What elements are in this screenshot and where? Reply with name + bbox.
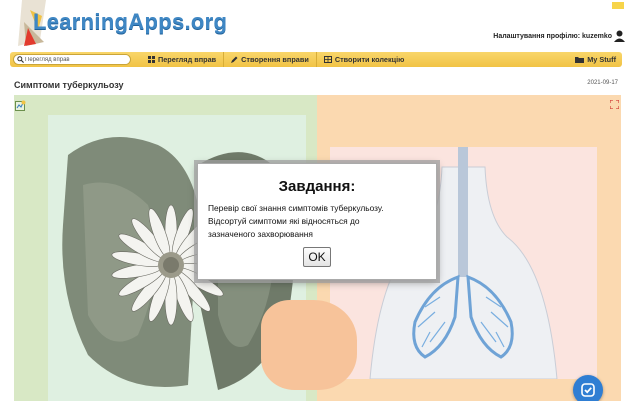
page-title: Симптоми туберкульозу	[14, 80, 124, 90]
app-info-icon[interactable]	[15, 100, 26, 111]
grid-icon	[148, 56, 155, 63]
check-answers-button[interactable]	[573, 375, 603, 401]
my-stuff-label: My Stuff	[587, 55, 616, 64]
task-text-line-2: Відсортуй симптоми які відносяться до	[208, 216, 360, 226]
task-dialog-text: Перевір свої знання симптомів туберкульо…	[208, 202, 424, 241]
ok-button[interactable]: OK	[303, 247, 331, 267]
task-dialog: Завдання: Перевір свої знання симптомів …	[197, 163, 437, 280]
user-icon[interactable]	[614, 30, 625, 42]
orange-shape	[261, 300, 357, 390]
header: LearningApps.org Налаштування профілю: k…	[0, 0, 630, 52]
check-icon	[581, 383, 595, 397]
folder-icon	[575, 57, 585, 63]
nav-create-collection[interactable]: Створити колекцію	[317, 52, 412, 67]
search-input[interactable]	[25, 56, 125, 63]
task-text-line-3: зазначеного захворювання	[208, 229, 313, 239]
search-icon	[17, 56, 24, 63]
profile-settings-link[interactable]: Налаштування профілю: kuzemko	[493, 33, 612, 40]
pencil-icon	[231, 56, 238, 63]
task-text-line-1: Перевір свої знання симптомів туберкульо…	[208, 203, 384, 213]
nav-create-collection-label: Створити колекцію	[334, 55, 405, 64]
nav-browse-apps-label: Перегляд вправ	[158, 55, 217, 64]
nav-create-app[interactable]: Створення вправи	[224, 52, 317, 67]
top-chip	[612, 2, 624, 9]
search-box[interactable]	[13, 54, 131, 65]
page: LearningApps.org Налаштування профілю: k…	[0, 0, 630, 401]
my-stuff-link[interactable]: My Stuff	[575, 52, 616, 67]
collection-icon	[323, 56, 332, 63]
fullscreen-icon[interactable]	[610, 100, 619, 109]
logo-text[interactable]: LearningApps.org	[33, 9, 227, 35]
page-date: 2021-09-17	[587, 80, 618, 86]
nav-browse-apps[interactable]: Перегляд вправ	[141, 52, 225, 67]
task-dialog-title: Завдання:	[278, 178, 356, 195]
nav-create-app-label: Створення вправи	[241, 55, 309, 64]
main-toolbar: Перегляд вправ Створення вправи Створити…	[10, 52, 622, 67]
